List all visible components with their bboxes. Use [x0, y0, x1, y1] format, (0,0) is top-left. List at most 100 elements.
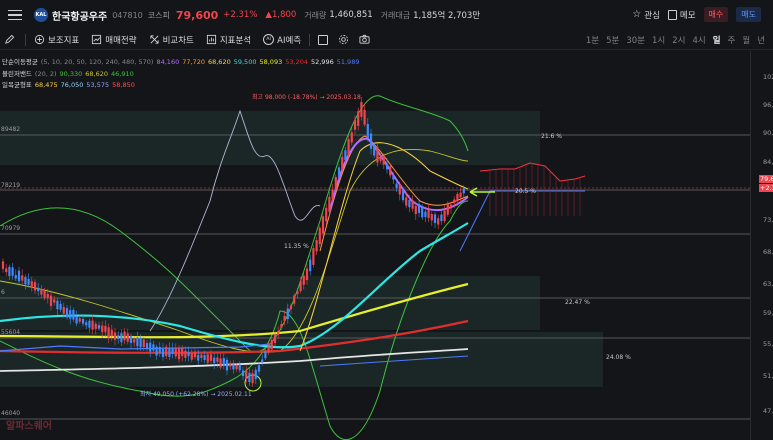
- axis-tick: 73,0: [763, 216, 773, 224]
- timeframe-day[interactable]: 일: [713, 34, 721, 46]
- candle-body: [21, 275, 24, 281]
- price-chart[interactable]: 단순이동평균 (5, 10, 20, 50, 120, 240, 480, 57…: [0, 51, 750, 440]
- candle-body: [334, 176, 337, 190]
- timeframe-month[interactable]: 월: [742, 34, 750, 46]
- candle-body: [187, 352, 190, 357]
- candle-body: [232, 364, 235, 370]
- candle-body: [165, 346, 168, 357]
- timeframe-4h[interactable]: 4시: [692, 34, 705, 46]
- candle-body: [411, 200, 414, 209]
- candle-body: [280, 323, 283, 328]
- candle-body: [225, 359, 229, 371]
- candle-body: [283, 316, 286, 321]
- candle-body: [53, 299, 56, 303]
- chart-toolbar: 보조지표 매매전략 비교차트 지표분석 AI AI예측 1분 5분 30분 1시…: [0, 30, 773, 50]
- change-amount: ▲1,800: [265, 10, 297, 20]
- candle-body: [248, 372, 251, 383]
- candle-body: [133, 339, 136, 343]
- watchlist-button[interactable]: ☆ 관심: [632, 9, 660, 21]
- watermark-logo: 알파스퀘어: [6, 421, 52, 432]
- candle-body: [376, 146, 379, 163]
- compare-arrows-icon: [149, 35, 159, 44]
- memo-button[interactable]: 메모: [667, 9, 696, 21]
- volume-label: 거래량: [304, 10, 327, 20]
- memo-icon: [667, 9, 677, 20]
- compare-button[interactable]: 비교차트: [149, 34, 194, 46]
- candle-body: [289, 305, 293, 310]
- candle-body: [270, 339, 273, 350]
- candle-body: [97, 325, 101, 329]
- candle-body: [1, 261, 5, 269]
- candle-body: [46, 293, 49, 298]
- level-label: 6: [1, 289, 5, 296]
- analysis-button[interactable]: 지표분석: [206, 34, 251, 46]
- legend-ichimoku-label: 일목균형표: [2, 81, 32, 89]
- current-price: 79,600: [175, 8, 219, 22]
- legend-ma-value: 77,720: [182, 58, 205, 66]
- candle-body: [94, 323, 97, 329]
- legend-bb-value: 90,330: [59, 69, 83, 78]
- toolbar-divider: [309, 33, 311, 46]
- candle-body: [181, 348, 184, 357]
- candle-body: [161, 348, 165, 357]
- candle-body: [193, 351, 197, 358]
- candle-body: [11, 267, 14, 276]
- candle-body: [142, 339, 145, 348]
- stock-name[interactable]: 한국항공우주: [52, 8, 107, 23]
- timeframe-week[interactable]: 주: [728, 34, 736, 46]
- timeframe-2h[interactable]: 2시: [672, 34, 685, 46]
- candle-body: [209, 354, 213, 361]
- settings-button[interactable]: [338, 34, 349, 45]
- legend-ma-value: 51,989: [336, 58, 360, 66]
- layout-icon[interactable]: [318, 34, 329, 45]
- candle-body: [107, 327, 110, 338]
- legend-ichimoku-value: 53,575: [86, 81, 110, 89]
- screenshot-button[interactable]: [359, 34, 370, 45]
- candle-body: [113, 332, 117, 340]
- candle-body: [456, 194, 459, 201]
- strategy-label: 매매전략: [105, 35, 137, 46]
- watchlist-label: 관심: [644, 10, 660, 21]
- sell-button[interactable]: 매도: [736, 7, 761, 22]
- candle-body: [373, 144, 376, 156]
- candle-body: [155, 346, 158, 356]
- candle-body: [184, 350, 187, 358]
- candle-body: [302, 275, 305, 285]
- candle-body: [267, 346, 270, 353]
- timeframe-1h[interactable]: 1시: [652, 34, 665, 46]
- legend-ichimoku-value: 76,050: [60, 81, 84, 89]
- strategy-button[interactable]: 매매전략: [91, 34, 137, 46]
- candle-body: [91, 320, 94, 330]
- timeframe-5m[interactable]: 5분: [606, 34, 619, 46]
- axis-tick: 102: [763, 73, 773, 81]
- legend-ichimoku-row[interactable]: 일목균형표 68,475 76,050 53,575 58,850: [2, 80, 359, 92]
- candle-body: [190, 353, 193, 360]
- candle-body: [344, 150, 347, 161]
- candle-body: [286, 308, 289, 320]
- legend-bb-row[interactable]: 볼린저밴드 (20, 2) 90,330 68,620 46,910: [2, 69, 359, 81]
- timeframe-30m[interactable]: 30분: [626, 34, 645, 46]
- legend-ma-row[interactable]: 단순이동평균 (5, 10, 20, 50, 120, 240, 480, 57…: [2, 57, 359, 69]
- buy-button[interactable]: 매수: [703, 7, 729, 22]
- timeframe-1m[interactable]: 1분: [586, 34, 599, 46]
- candle-body: [30, 281, 33, 288]
- menu-icon[interactable]: [8, 9, 22, 21]
- candle-body: [257, 365, 261, 372]
- candle-body: [139, 337, 142, 348]
- candle-body: [72, 309, 75, 320]
- chart-canvas[interactable]: [0, 51, 750, 440]
- draw-tool-button[interactable]: [4, 34, 15, 45]
- axis-tick: 55,0: [763, 340, 773, 348]
- legend-bb-label: 볼린저밴드: [2, 69, 32, 78]
- axis-tick: 84,0: [763, 158, 773, 166]
- candle-body: [101, 325, 104, 333]
- candle-body: [363, 109, 366, 125]
- price-axis[interactable]: 102 96,0 90,0 84,0 79,6 +2.3 73,0 68,0 6…: [750, 51, 773, 440]
- candle-body: [168, 348, 171, 357]
- timeframe-year[interactable]: 년: [757, 34, 765, 46]
- indicators-button[interactable]: 보조지표: [34, 34, 79, 46]
- star-icon: ☆: [632, 9, 642, 20]
- amount-label: 거래대금: [380, 10, 411, 20]
- ai-forecast-button[interactable]: AI AI예측: [263, 34, 301, 46]
- legend-ma-params: (5, 10, 20, 50, 120, 240, 480, 570): [40, 58, 154, 66]
